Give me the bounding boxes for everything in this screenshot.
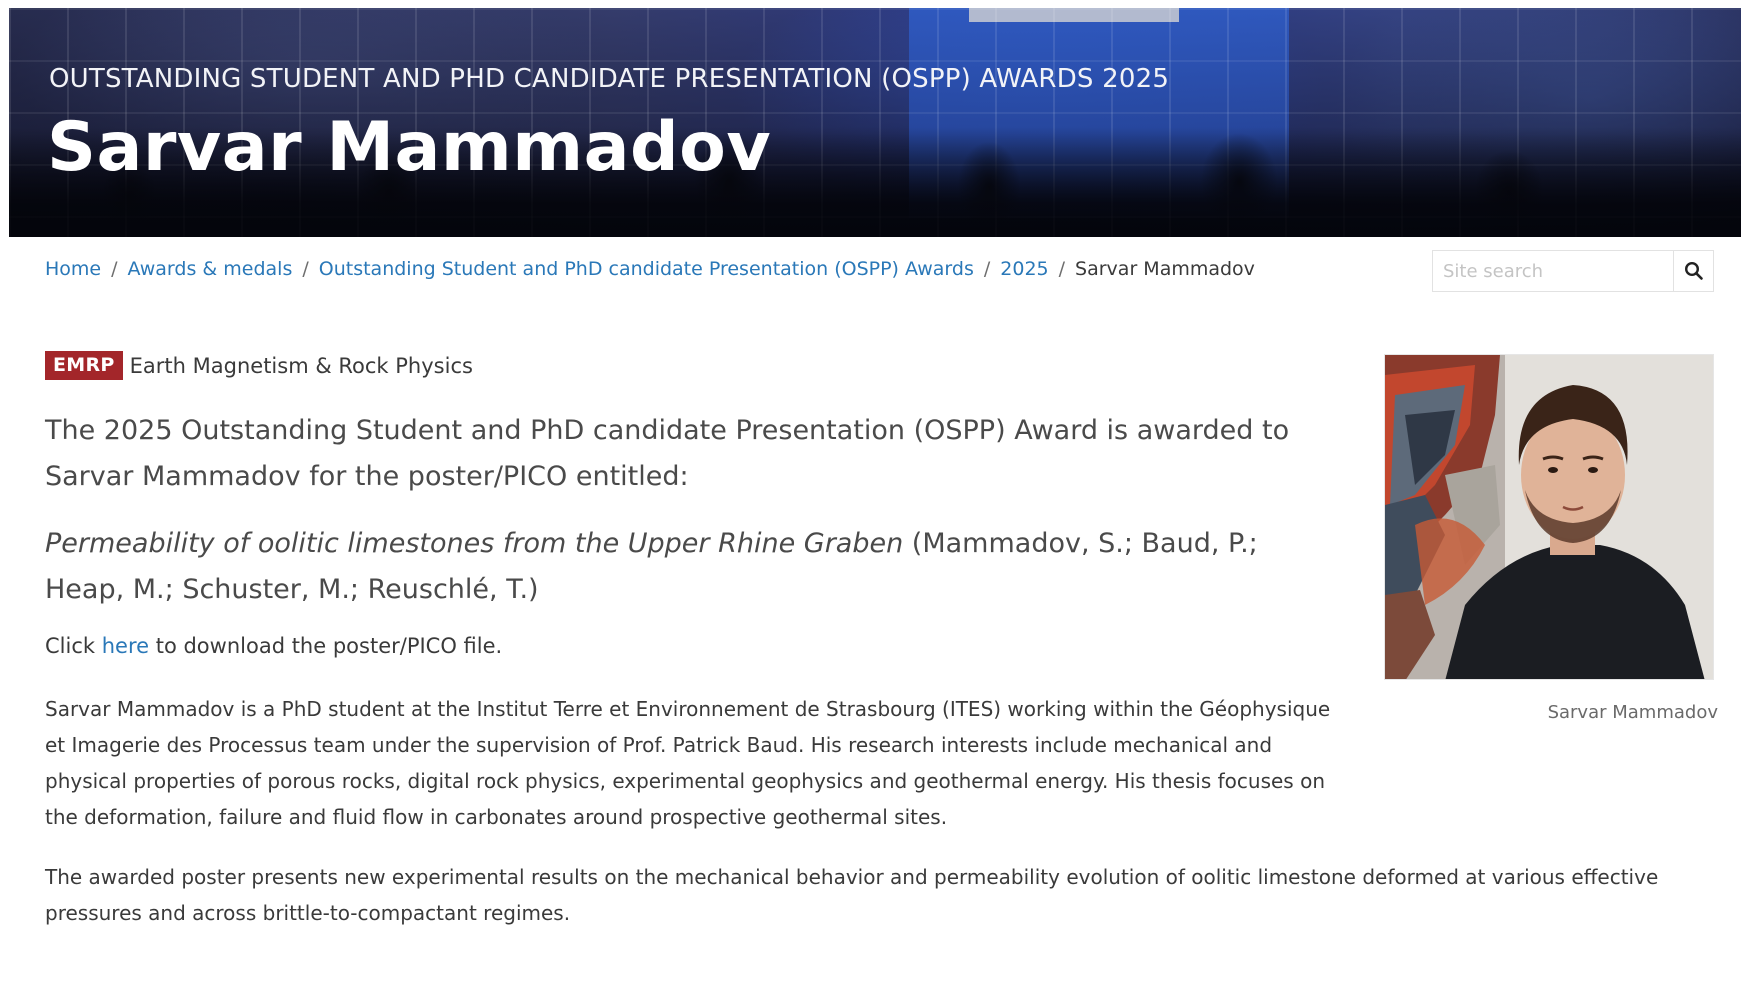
breadcrumb-year-link[interactable]: 2025 (1000, 258, 1048, 280)
division-name: Earth Magnetism & Rock Physics (129, 353, 473, 378)
breadcrumb-awards-link[interactable]: Awards & medals (128, 258, 293, 280)
page-title: Sarvar Mammadov (47, 108, 772, 187)
breadcrumb-separator: / (111, 258, 118, 280)
search-button[interactable] (1673, 251, 1713, 291)
breadcrumb-separator: / (302, 258, 309, 280)
site-search (1432, 250, 1714, 292)
download-suffix: to download the poster/PICO file. (149, 634, 503, 658)
breadcrumb-current: Sarvar Mammadov (1075, 258, 1255, 280)
poster-description: The awarded poster presents new experime… (45, 865, 1659, 925)
breadcrumb-separator: / (1058, 258, 1066, 280)
page: OUTSTANDING STUDENT AND PHD CANDIDATE PR… (0, 0, 1741, 987)
breadcrumb-ospp-link[interactable]: Outstanding Student and PhD candidate Pr… (319, 258, 974, 280)
download-prefix: Click (45, 634, 102, 658)
portrait-figure: Sarvar Mammadov (1384, 354, 1718, 723)
division-label: EMRP Earth Magnetism & Rock Physics (45, 351, 473, 380)
division-badge: EMRP (45, 351, 123, 380)
download-line: Click here to download the poster/PICO f… (45, 634, 502, 658)
hero-subtitle: OUTSTANDING STUDENT AND PHD CANDIDATE PR… (49, 64, 1170, 94)
biography: Sarvar Mammadov is a PhD student at the … (45, 697, 1331, 829)
hero-banner: OUTSTANDING STUDENT AND PHD CANDIDATE PR… (9, 8, 1741, 237)
search-icon (1684, 261, 1703, 280)
poster-title: Permeability of oolitic limestones from … (45, 528, 904, 559)
breadcrumb-separator: / (983, 258, 991, 280)
download-link[interactable]: here (102, 634, 149, 658)
breadcrumb-home-link[interactable]: Home (45, 258, 101, 280)
portrait-caption: Sarvar Mammadov (1547, 702, 1718, 723)
search-input[interactable] (1433, 251, 1673, 291)
poster-citation: Permeability of oolitic limestones from … (45, 521, 1335, 613)
portrait-image (1385, 355, 1713, 679)
award-lead: The 2025 Outstanding Student and PhD can… (45, 415, 1290, 492)
breadcrumb: Home / Awards & medals / Outstanding Stu… (45, 258, 1255, 280)
portrait-photo (1384, 354, 1714, 680)
